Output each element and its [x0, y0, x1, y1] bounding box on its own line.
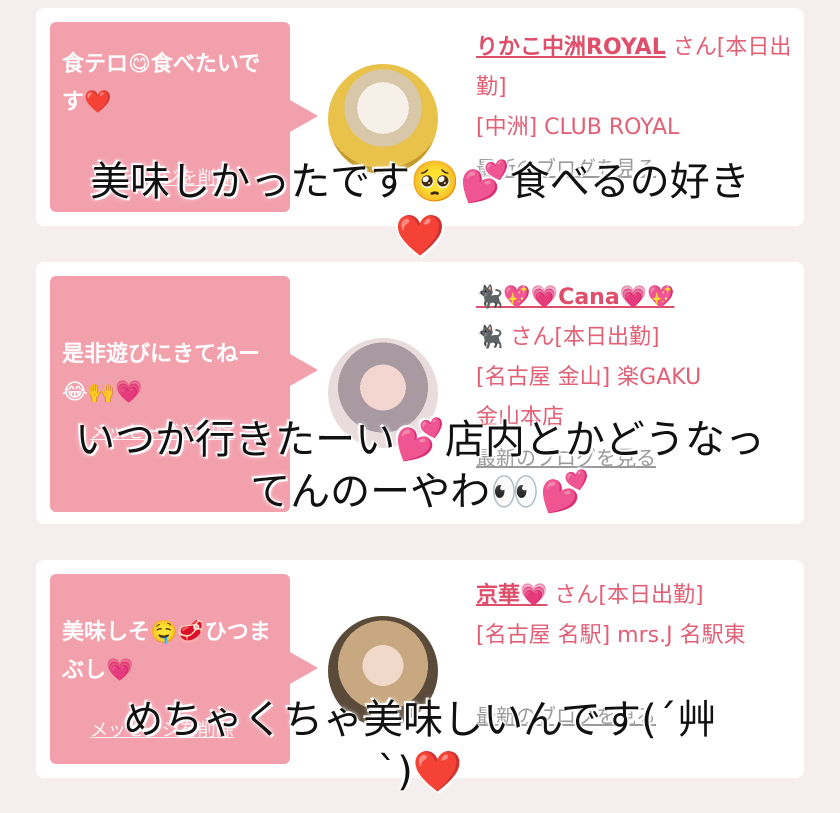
caption-3-line-1: めちゃくちゃ美味しいんです(´艸 — [123, 697, 717, 743]
caption-2-line-1: いつか行きたーい💕店内とかどうなっ — [75, 417, 765, 463]
caption-3-line-2: `)❤️ — [377, 749, 463, 795]
shop-name: [名古屋 金山] 楽GAKU — [476, 365, 702, 390]
message-text: 是非遊びにきてねー😂🙌💗 — [62, 342, 261, 405]
caption-2-line-2: てんのーやわ👀💕 — [250, 469, 590, 515]
cast-suffix: さん[本日出勤] — [554, 583, 704, 608]
cast-name-link[interactable]: 京華💗 — [476, 583, 547, 608]
cast-name-link[interactable]: りかこ中洲ROYAL — [476, 35, 666, 60]
caption-1-line-1: 美味しかったです🥺💕食べるの好き — [90, 159, 750, 205]
cast-name-link[interactable]: 🐈‍⬛💖💗Cana💗💖 — [476, 278, 796, 318]
message-text: 美味しそ🤤🥩ひつまぶし💗 — [62, 620, 271, 683]
caption-1-line-2: ❤️ — [395, 213, 445, 259]
shop-name: [中洲] CLUB ROYAL — [476, 115, 680, 140]
cast-suffix: 🐈‍⬛ さん[本日出勤] — [476, 325, 660, 350]
shop-name: [名古屋 名駅] mrs.J 名駅東 — [476, 623, 746, 648]
message-text: 食テロ😋食べたいです❤️ — [62, 52, 261, 115]
